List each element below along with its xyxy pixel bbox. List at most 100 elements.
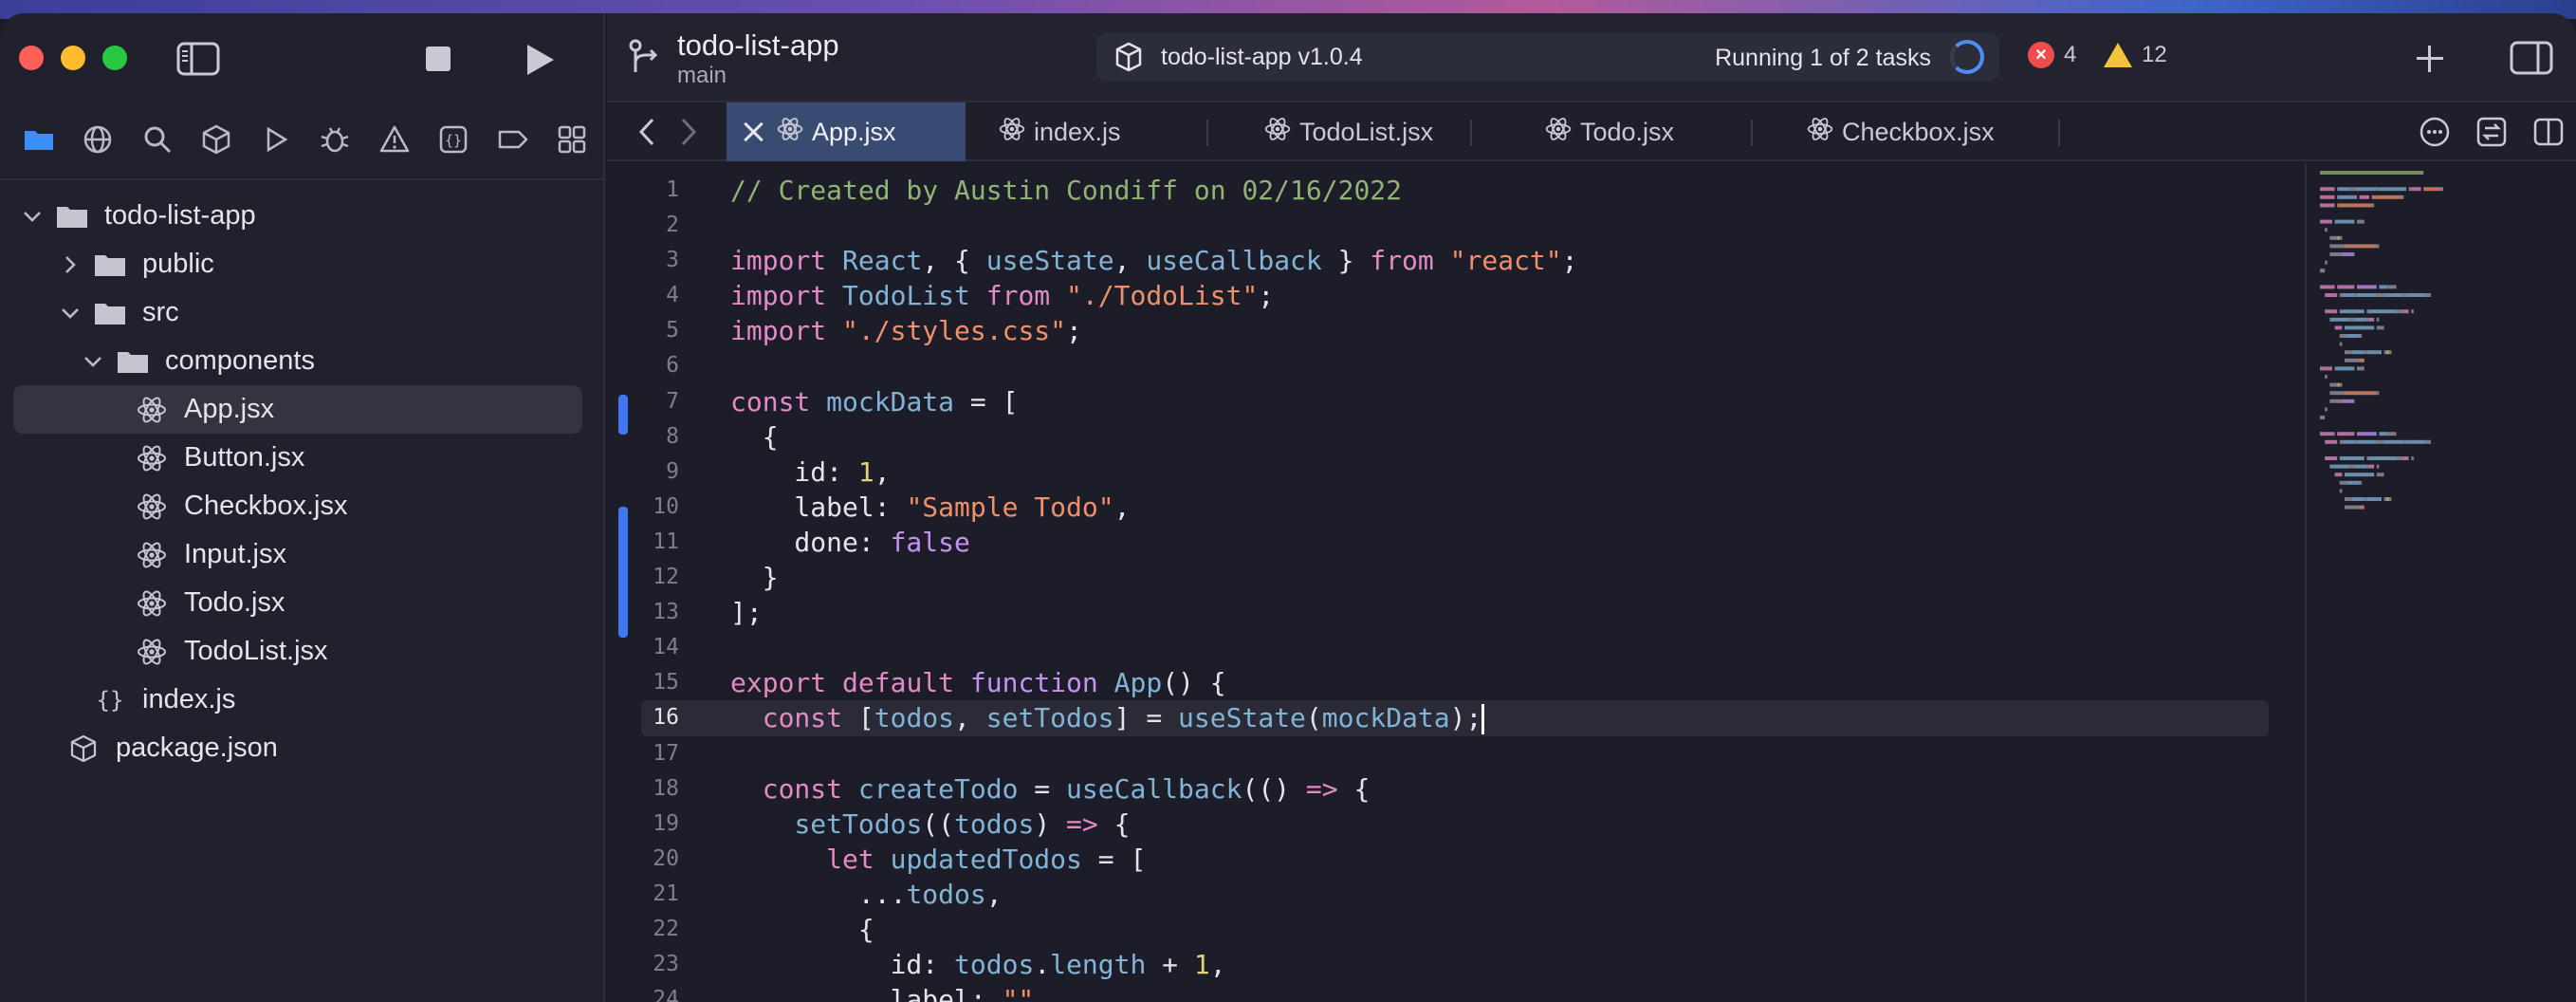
- minimap-token: [2369, 309, 2397, 314]
- code-line[interactable]: 4 import TodoList from "./TodoList";: [607, 278, 2295, 313]
- find-navigator-tab[interactable]: [139, 121, 175, 158]
- file-tree-item[interactable]: App.jsx: [13, 385, 582, 434]
- navigate-forward-button[interactable]: [673, 116, 702, 148]
- code-text: label: "": [730, 982, 1035, 1002]
- file-tree-item[interactable]: Input.jsx: [13, 530, 582, 579]
- chevron-down-icon[interactable]: [60, 303, 81, 324]
- editor-tab[interactable]: index.js: [998, 102, 1121, 161]
- code-line[interactable]: 15 export default function App() {: [607, 665, 2295, 700]
- react-icon: [138, 542, 166, 567]
- line-number: 2: [666, 213, 679, 238]
- code-line[interactable]: 1 // Created by Austin Condiff on 02/16/2…: [607, 173, 2295, 208]
- close-window-button[interactable]: [19, 46, 44, 70]
- report-navigator-tab[interactable]: [554, 121, 590, 158]
- code-token: ...: [730, 878, 907, 910]
- minimap-token: [2320, 366, 2332, 371]
- file-tree-label: index.js: [142, 684, 236, 714]
- add-button[interactable]: [2413, 42, 2447, 76]
- project-navigator-tab[interactable]: [21, 121, 57, 158]
- warning-count-badge[interactable]: 12: [2104, 42, 2167, 68]
- code-line[interactable]: 22 {: [607, 912, 2295, 947]
- close-tab-icon[interactable]: [742, 120, 766, 144]
- code-editor[interactable]: 1 // Created by Austin Condiff on 02/16/2…: [607, 163, 2576, 1002]
- code-line[interactable]: 3 import React, { useState, useCallback }…: [607, 243, 2295, 278]
- ellipsis-circle-icon[interactable]: [2419, 116, 2451, 148]
- toggle-sidebar-button[interactable]: [176, 42, 220, 76]
- code-line[interactable]: 9 id: 1,: [607, 455, 2295, 490]
- file-tree-item[interactable]: Button.jsx: [13, 434, 582, 482]
- code-line[interactable]: 24 label: "": [607, 982, 2295, 1002]
- code-token: App: [1113, 667, 1163, 699]
- code-line[interactable]: 10 label: "Sample Todo",: [607, 490, 2295, 525]
- file-tree-item[interactable]: components: [13, 337, 582, 385]
- scheme-label[interactable]: todo-list-app v1.0.4: [1161, 44, 1363, 71]
- editor-tab[interactable]: Todo.jsx: [1544, 102, 1674, 161]
- text-cursor: [1481, 704, 1485, 735]
- toggle-inspector-button[interactable]: [2510, 40, 2555, 76]
- source-control-navigator-tab[interactable]: [80, 121, 116, 158]
- code-line[interactable]: 5 import "./styles.css";: [607, 313, 2295, 348]
- debug-navigator-tab[interactable]: [317, 121, 353, 158]
- activity-viewer[interactable]: todo-list-app v1.0.4 Running 1 of 2 task…: [1096, 32, 1999, 82]
- run-button[interactable]: [522, 42, 556, 76]
- code-line[interactable]: 17: [607, 736, 2295, 771]
- file-tree-item[interactable]: TodoList.jsx: [13, 627, 582, 676]
- file-tree-item[interactable]: todo-list-app: [13, 192, 582, 240]
- stop-button[interactable]: [423, 44, 453, 74]
- branch-icon[interactable]: [626, 38, 664, 76]
- zoom-window-button[interactable]: [102, 46, 127, 70]
- folder-icon-wrapper: [116, 347, 150, 376]
- chevron-right-icon[interactable]: [60, 254, 81, 275]
- code-token: let: [826, 843, 874, 875]
- code-line[interactable]: 21 ...todos,: [607, 877, 2295, 912]
- breakpoint-navigator-tab[interactable]: [495, 121, 531, 158]
- file-tree-label: Todo.jsx: [184, 587, 285, 618]
- branch-name[interactable]: main: [677, 63, 727, 89]
- minimize-window-button[interactable]: [61, 46, 85, 70]
- chevron-down-icon[interactable]: [83, 351, 103, 372]
- extensions-navigator-tab[interactable]: {}: [435, 121, 471, 158]
- project-title[interactable]: todo-list-app: [677, 28, 839, 63]
- file-tree-item[interactable]: package.json: [13, 724, 582, 772]
- file-tree-item[interactable]: public: [13, 240, 582, 288]
- code-line[interactable]: 20 let updatedTodos = [: [607, 842, 2295, 877]
- minimap-token: [2357, 219, 2364, 224]
- split-editor-icon[interactable]: [2532, 116, 2565, 148]
- file-tree-item[interactable]: src: [13, 288, 582, 337]
- symbol-navigator-tab[interactable]: [198, 121, 234, 158]
- minimap[interactable]: [2305, 163, 2576, 1002]
- code-line[interactable]: 7 const mockData = [: [607, 384, 2295, 419]
- editor-tab[interactable]: TodoList.jsx: [1263, 102, 1433, 161]
- editor-tab[interactable]: Checkbox.jsx: [1806, 102, 1995, 161]
- code-line[interactable]: 13];: [607, 595, 2295, 630]
- code-line[interactable]: 16 const [todos, setTodos] = useState(mo…: [641, 700, 2269, 736]
- navigate-back-button[interactable]: [634, 116, 662, 148]
- code-line[interactable]: 2: [607, 208, 2295, 243]
- react-icon-wrapper: [135, 589, 169, 618]
- code-line[interactable]: 12 }: [607, 560, 2295, 595]
- run-navigator-tab[interactable]: [258, 121, 294, 158]
- line-number: 21: [653, 881, 679, 906]
- chevron-down-icon[interactable]: [22, 206, 43, 227]
- error-count-badge[interactable]: × 4: [2028, 42, 2076, 68]
- code-token: todos: [874, 702, 955, 734]
- line-number: 12: [653, 565, 679, 590]
- code-line[interactable]: 23 id: todos.length + 1,: [607, 947, 2295, 982]
- minimap-token: [2357, 293, 2377, 297]
- code-line[interactable]: 18 const createTodo = useCallback(() => …: [607, 771, 2295, 807]
- code-line[interactable]: 19 setTodos((todos) => {: [607, 807, 2295, 842]
- code-line[interactable]: 8 {: [607, 419, 2295, 455]
- code-line[interactable]: 14: [607, 630, 2295, 665]
- file-tree-item[interactable]: Checkbox.jsx: [13, 482, 582, 530]
- issue-navigator-tab[interactable]: [377, 121, 413, 158]
- editor-tab[interactable]: App.jsx: [727, 102, 966, 161]
- minimap-token: [2366, 350, 2382, 355]
- code-line[interactable]: 11 done: false: [607, 525, 2295, 560]
- code-line[interactable]: 6: [607, 348, 2295, 383]
- related-items-icon[interactable]: [2475, 116, 2508, 148]
- line-number: 1: [666, 177, 679, 202]
- folder-icon-wrapper: [93, 250, 127, 279]
- file-tree-item[interactable]: Todo.jsx: [13, 579, 582, 627]
- file-tree-item[interactable]: {} index.js: [13, 676, 582, 724]
